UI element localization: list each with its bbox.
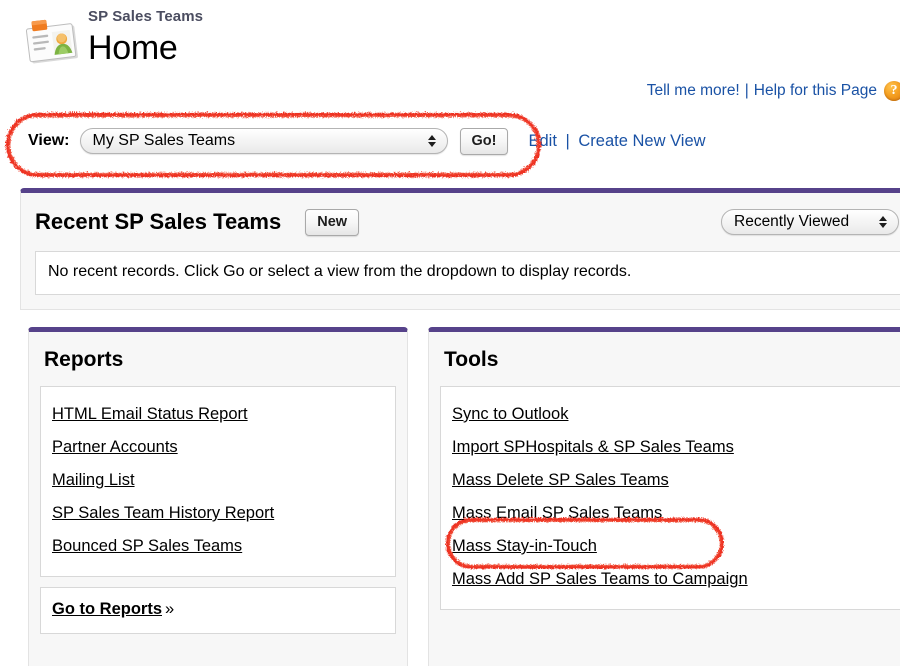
tool-link-mass-email[interactable]: Mass Email SP Sales Teams	[452, 504, 662, 522]
recent-records-panel: Recent SP Sales Teams New Recently Viewe…	[20, 188, 900, 310]
edit-view-link[interactable]: Edit	[528, 132, 556, 150]
view-select[interactable]: My SP Sales Teams	[79, 128, 448, 154]
recent-panel-title: Recent SP Sales Teams	[35, 209, 282, 234]
report-link-bounced-sp-sales-teams[interactable]: Bounced SP Sales Teams	[52, 537, 242, 555]
view-select-wrap: My SP Sales Teams	[79, 128, 448, 154]
page-title: Home	[88, 29, 178, 67]
recent-filter-select[interactable]: Recently Viewed	[721, 209, 899, 235]
object-name-label: SP Sales Teams	[88, 8, 204, 25]
tool-link-import-sphospitals[interactable]: Import SPHospitals & SP Sales Teams	[452, 438, 734, 456]
tools-panel-title: Tools	[444, 348, 499, 371]
page-title-block: SP Sales Teams Home	[88, 8, 203, 68]
view-label: View:	[28, 132, 70, 149]
new-record-button[interactable]: New	[305, 208, 360, 236]
tell-me-more-link[interactable]: Tell me more!	[647, 82, 740, 100]
create-new-view-link[interactable]: Create New View	[578, 132, 705, 150]
recent-filter-wrap: Recently Viewed	[721, 209, 899, 235]
reports-footer: Go to Reports»	[40, 587, 396, 634]
reports-panel-title: Reports	[44, 348, 124, 371]
recent-empty-message: No recent records. Click Go or select a …	[35, 251, 900, 295]
tool-link-mass-add-to-campaign[interactable]: Mass Add SP Sales Teams to Campaign	[452, 570, 748, 588]
go-button[interactable]: Go!	[459, 127, 509, 155]
tool-link-sync-to-outlook[interactable]: Sync to Outlook	[452, 405, 568, 423]
help-links-bar: Tell me more! | Help for this Page ?	[647, 79, 900, 103]
report-link-mailing-list[interactable]: Mailing List	[52, 471, 135, 489]
contact-card-icon	[22, 16, 84, 68]
help-for-this-page-link[interactable]: Help for this Page	[754, 82, 877, 100]
view-links-separator: |	[565, 131, 570, 150]
reports-link-list: HTML Email Status Report Partner Account…	[40, 386, 396, 577]
view-filter-row: View: My SP Sales Teams Go! Edit | Creat…	[28, 126, 706, 156]
report-link-html-email-status[interactable]: HTML Email Status Report	[52, 405, 248, 423]
tools-link-list: Sync to Outlook Import SPHospitals & SP …	[440, 386, 900, 610]
recent-panel-header: Recent SP Sales Teams New Recently Viewe…	[35, 193, 900, 251]
view-action-links: Edit | Create New View	[528, 132, 705, 151]
report-link-sp-sales-team-history[interactable]: SP Sales Team History Report	[52, 504, 274, 522]
report-link-partner-accounts[interactable]: Partner Accounts	[52, 438, 178, 456]
tool-link-mass-delete[interactable]: Mass Delete SP Sales Teams	[452, 471, 669, 489]
go-to-reports-chevron-icon: »	[165, 600, 175, 618]
help-links-separator: |	[744, 82, 749, 99]
tools-panel: Tools Sync to Outlook Import SPHospitals…	[428, 327, 900, 666]
go-to-reports-link[interactable]: Go to Reports	[52, 600, 162, 618]
page-header: SP Sales Teams Home	[0, 0, 900, 78]
help-question-icon[interactable]: ?	[884, 81, 900, 101]
tool-link-mass-stay-in-touch[interactable]: Mass Stay-in-Touch	[452, 537, 597, 555]
reports-panel: Reports HTML Email Status Report Partner…	[28, 327, 408, 666]
